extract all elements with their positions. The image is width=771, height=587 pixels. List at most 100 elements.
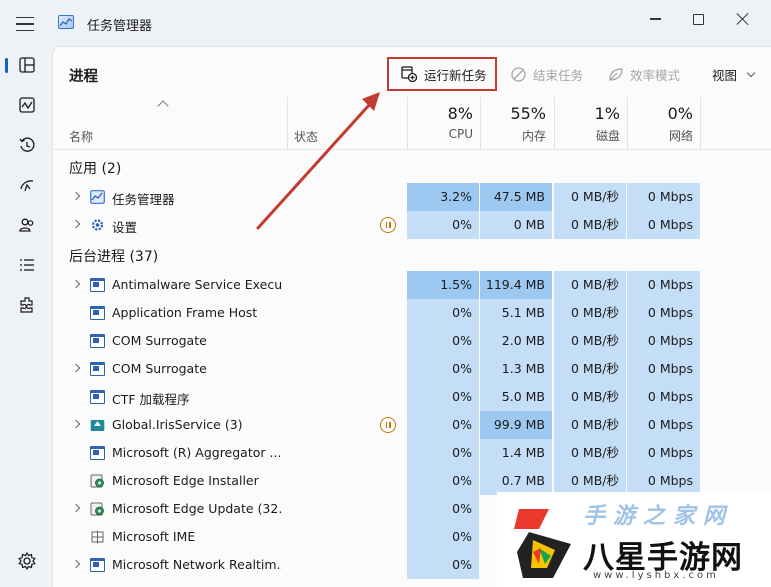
installer-icon	[90, 502, 104, 516]
chevron-right-icon[interactable]	[71, 279, 81, 289]
end-task-button[interactable]: 结束任务	[511, 57, 583, 91]
memory-cell: 1.3 MB	[480, 355, 552, 383]
process-name: Microsoft (R) Aggregator ...	[112, 445, 282, 460]
network-cell: 0 Mbps	[627, 467, 700, 495]
task-manager-app-icon	[58, 15, 74, 29]
cpu-label: CPU	[448, 127, 473, 141]
window-app-icon	[90, 390, 105, 404]
efficiency-mode-button[interactable]: 效率模式	[608, 57, 680, 91]
column-header-cpu[interactable]: 8% CPU	[407, 104, 479, 141]
chevron-right-icon[interactable]	[71, 363, 81, 373]
disk-cell: 0 MB/秒	[554, 211, 626, 239]
chevron-right-icon[interactable]	[71, 559, 81, 569]
column-header-row: 名称 状态 8% CPU 55% 内存 1% 磁盘 0% 网络	[53, 97, 771, 150]
column-divider[interactable]	[287, 97, 288, 150]
memory-cell: 47.5 MB	[480, 183, 552, 211]
table-row[interactable]: Application Frame Host 0% 5.1 MB 0 MB/秒 …	[53, 299, 771, 327]
disk-cell: 0 MB/秒	[554, 183, 626, 211]
nav-users[interactable]	[12, 210, 42, 240]
ime-icon	[91, 530, 104, 544]
group-header-apps[interactable]: 应用 (2)	[53, 151, 771, 183]
column-divider[interactable]	[700, 97, 701, 150]
cpu-cell: 0%	[407, 495, 479, 523]
memory-cell: 99.9 MB	[480, 411, 552, 439]
network-cell: 0 Mbps	[627, 299, 700, 327]
window-app-icon	[90, 558, 105, 572]
column-header-status[interactable]: 状态	[294, 128, 318, 145]
memory-cell: 1.4 MB	[480, 439, 552, 467]
window-app-icon	[90, 334, 105, 348]
chevron-right-icon[interactable]	[71, 191, 81, 201]
page-title: 进程	[69, 69, 98, 85]
chevron-right-icon[interactable]	[71, 219, 81, 229]
table-row[interactable]: Microsoft (R) Aggregator ... 0% 1.4 MB 0…	[53, 439, 771, 467]
network-cell: 0 Mbps	[627, 355, 700, 383]
view-dropdown[interactable]: 视图	[712, 57, 756, 91]
disk-cell: 0 MB/秒	[554, 327, 626, 355]
column-header-name[interactable]: 名称	[69, 128, 93, 145]
memory-cell: 5.1 MB	[480, 299, 552, 327]
table-row[interactable]: COM Surrogate 0% 1.3 MB 0 MB/秒 0 Mbps	[53, 355, 771, 383]
process-name: CTF 加载程序	[112, 392, 190, 407]
chevron-right-icon[interactable]	[71, 503, 81, 513]
cpu-cell: 1.5%	[407, 271, 479, 299]
leaf-icon	[609, 67, 623, 81]
process-name: Application Frame Host	[112, 305, 258, 320]
disk-label: 磁盘	[595, 129, 620, 143]
cpu-cell: 0%	[407, 327, 479, 355]
table-row[interactable]: Global.IrisService (3) 0% 99.9 MB 0 MB/秒…	[53, 411, 771, 439]
process-name: Microsoft Edge Update (32...	[112, 501, 282, 516]
process-name: Global.IrisService (3)	[112, 417, 243, 432]
hamburger-menu-icon[interactable]	[14, 14, 36, 34]
disk-cell: 0 MB/秒	[554, 271, 626, 299]
cpu-total-percent: 8%	[447, 104, 473, 123]
nav-startup-apps[interactable]	[12, 170, 42, 200]
disk-cell: 0 MB/秒	[554, 467, 626, 495]
table-row[interactable]: 设置 0% 0 MB 0 MB/秒 0 Mbps	[53, 211, 771, 239]
column-header-memory[interactable]: 55% 内存	[480, 104, 552, 144]
cpu-cell: 0%	[407, 355, 479, 383]
process-name: 设置	[112, 220, 138, 235]
iris-service-icon	[90, 420, 105, 431]
sort-ascending-icon[interactable]	[157, 100, 169, 112]
network-cell: 0 Mbps	[627, 327, 700, 355]
group-header-background[interactable]: 后台进程 (37)	[53, 239, 771, 271]
column-header-disk[interactable]: 1% 磁盘	[554, 104, 626, 144]
processes-icon	[19, 57, 35, 73]
window-app-icon	[90, 306, 105, 320]
watermark-url: www.lyshbx.com	[593, 570, 719, 581]
network-total-percent: 0%	[667, 104, 693, 123]
nav-processes[interactable]	[5, 50, 42, 80]
cpu-cell: 0%	[407, 467, 479, 495]
nav-app-history[interactable]	[12, 130, 42, 160]
run-new-task-label: 运行新任务	[424, 67, 487, 83]
services-icon	[20, 297, 33, 313]
run-new-task-button[interactable]: 运行新任务	[387, 57, 497, 91]
watermark-top-text: 手游之家网	[583, 504, 734, 529]
memory-total-percent: 55%	[510, 104, 546, 123]
minimize-button[interactable]	[632, 6, 678, 32]
close-button[interactable]	[720, 6, 766, 32]
table-row[interactable]: Microsoft Edge Installer 0% 0.7 MB 0 MB/…	[53, 467, 771, 495]
process-name: COM Surrogate	[112, 361, 207, 376]
table-row[interactable]: Antimalware Service Execut... 1.5% 119.4…	[53, 271, 771, 299]
cpu-cell: 0%	[407, 411, 479, 439]
new-task-icon	[401, 66, 417, 82]
column-header-network[interactable]: 0% 网络	[627, 104, 699, 144]
table-row[interactable]: CTF 加载程序 0% 5.0 MB 0 MB/秒 0 Mbps	[53, 383, 771, 411]
nav-details[interactable]	[12, 250, 42, 280]
window-app-icon	[90, 446, 105, 460]
suspended-status-icon	[380, 217, 396, 233]
end-task-label: 结束任务	[533, 67, 584, 83]
chevron-right-icon[interactable]	[71, 419, 81, 429]
nav-services[interactable]	[12, 290, 42, 320]
startup-apps-icon	[20, 180, 34, 192]
nav-performance[interactable]	[12, 90, 42, 120]
table-row[interactable]: 任务管理器 3.2% 47.5 MB 0 MB/秒 0 Mbps	[53, 183, 771, 211]
settings-button[interactable]	[17, 551, 37, 571]
table-row[interactable]: COM Surrogate 0% 2.0 MB 0 MB/秒 0 Mbps	[53, 327, 771, 355]
minimize-icon	[649, 18, 661, 20]
performance-icon	[19, 97, 35, 113]
end-task-icon	[511, 66, 526, 82]
maximize-button[interactable]	[675, 6, 721, 32]
